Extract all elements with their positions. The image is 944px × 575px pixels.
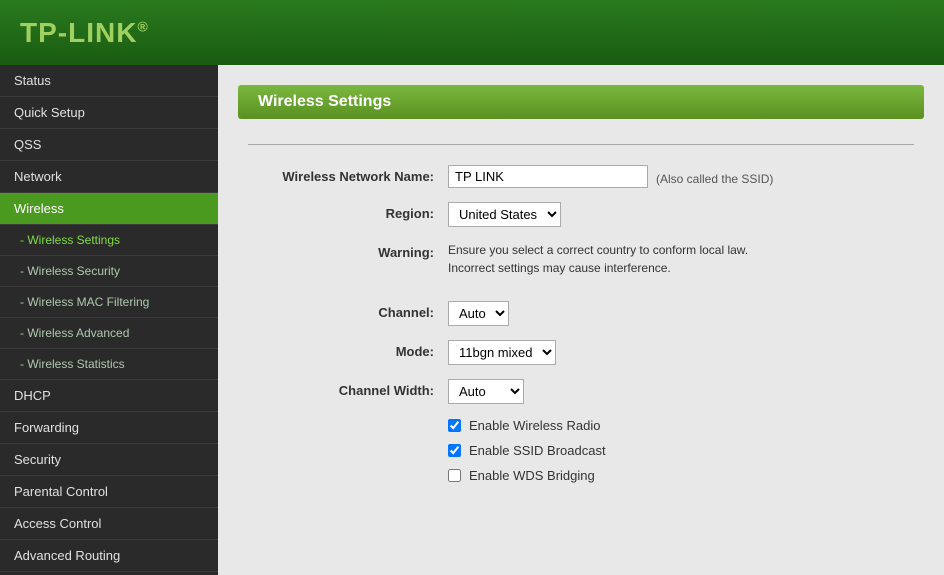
channel-width-label: Channel Width: (248, 379, 448, 398)
network-name-label: Wireless Network Name: (248, 165, 448, 184)
channel-width-row: Channel Width: Auto 20MHz 40MHz (248, 379, 914, 404)
enable-ssid-broadcast-row: Enable SSID Broadcast (448, 443, 914, 458)
network-name-row: Wireless Network Name: TP LINK (Also cal… (248, 165, 914, 188)
sidebar-item-security[interactable]: Security (0, 444, 218, 476)
sidebar-item-wireless-advanced[interactable]: - Wireless Advanced (0, 318, 218, 349)
warning-label: Warning: (248, 241, 448, 260)
warning-row: Warning: Ensure you select a correct cou… (248, 241, 914, 277)
logo: TP-LINK® (20, 17, 149, 49)
main-layout: Status Quick Setup QSS Network Wireless … (0, 65, 944, 575)
warning-line2: Incorrect settings may cause interferenc… (448, 259, 914, 277)
ssid-input-row: TP LINK (Also called the SSID) (448, 165, 914, 188)
channel-select[interactable]: Auto 1 2 3 4 5 6 7 8 9 10 11 (448, 301, 509, 326)
divider (248, 144, 914, 145)
channel-width-control: Auto 20MHz 40MHz (448, 379, 914, 404)
channel-row: Channel: Auto 1 2 3 4 5 6 7 8 9 10 1 (248, 301, 914, 326)
content-area: Wireless Settings Wireless Network Name:… (218, 65, 944, 575)
mode-label: Mode: (248, 340, 448, 359)
page-title-bar: Wireless Settings (238, 85, 924, 119)
checkboxes-section: Enable Wireless Radio Enable SSID Broadc… (248, 418, 914, 483)
mode-select[interactable]: 11bgn mixed 11bg mixed 11b only 11g only… (448, 340, 556, 365)
page-title: Wireless Settings (258, 93, 904, 111)
region-control: United States Europe Japan China Other (448, 202, 914, 227)
region-select[interactable]: United States Europe Japan China Other (448, 202, 561, 227)
enable-wireless-radio-checkbox[interactable] (448, 419, 461, 432)
channel-control: Auto 1 2 3 4 5 6 7 8 9 10 11 (448, 301, 914, 326)
header: TP-LINK® (0, 0, 944, 65)
sidebar-item-dhcp[interactable]: DHCP (0, 380, 218, 412)
sidebar-item-forwarding[interactable]: Forwarding (0, 412, 218, 444)
network-name-control: TP LINK (Also called the SSID) (448, 165, 914, 188)
sidebar-item-wireless[interactable]: Wireless (0, 193, 218, 225)
enable-ssid-broadcast-checkbox[interactable] (448, 444, 461, 457)
sidebar-item-access-control[interactable]: Access Control (0, 508, 218, 540)
network-name-input[interactable]: TP LINK (448, 165, 648, 188)
logo-symbol: ® (137, 18, 148, 34)
sidebar: Status Quick Setup QSS Network Wireless … (0, 65, 218, 575)
warning-control: Ensure you select a correct country to c… (448, 241, 914, 277)
enable-wireless-radio-row: Enable Wireless Radio (448, 418, 914, 433)
sidebar-item-status[interactable]: Status (0, 65, 218, 97)
sidebar-item-wireless-security[interactable]: - Wireless Security (0, 256, 218, 287)
warning-text: Ensure you select a correct country to c… (448, 241, 914, 277)
sidebar-item-parental-control[interactable]: Parental Control (0, 476, 218, 508)
mode-control: 11bgn mixed 11bg mixed 11b only 11g only… (448, 340, 914, 365)
region-label: Region: (248, 202, 448, 221)
warning-line1: Ensure you select a correct country to c… (448, 241, 914, 259)
channel-width-select[interactable]: Auto 20MHz 40MHz (448, 379, 524, 404)
channel-label: Channel: (248, 301, 448, 320)
content-inner: Wireless Network Name: TP LINK (Also cal… (218, 129, 944, 503)
sidebar-item-wireless-mac-filtering[interactable]: - Wireless MAC Filtering (0, 287, 218, 318)
ssid-note: (Also called the SSID) (656, 168, 773, 186)
enable-wds-bridging-label: Enable WDS Bridging (469, 468, 595, 483)
enable-wireless-radio-label: Enable Wireless Radio (469, 418, 601, 433)
sidebar-item-quick-setup[interactable]: Quick Setup (0, 97, 218, 129)
enable-wds-bridging-row: Enable WDS Bridging (448, 468, 914, 483)
enable-ssid-broadcast-label: Enable SSID Broadcast (469, 443, 606, 458)
sidebar-item-wireless-settings[interactable]: - Wireless Settings (0, 225, 218, 256)
mode-row: Mode: 11bgn mixed 11bg mixed 11b only 11… (248, 340, 914, 365)
region-row: Region: United States Europe Japan China… (248, 202, 914, 227)
sidebar-item-qss[interactable]: QSS (0, 129, 218, 161)
sidebar-item-wireless-statistics[interactable]: - Wireless Statistics (0, 349, 218, 380)
sidebar-item-advanced-routing[interactable]: Advanced Routing (0, 540, 218, 572)
logo-text: TP-LINK (20, 17, 137, 48)
enable-wds-bridging-checkbox[interactable] (448, 469, 461, 482)
sidebar-item-network[interactable]: Network (0, 161, 218, 193)
